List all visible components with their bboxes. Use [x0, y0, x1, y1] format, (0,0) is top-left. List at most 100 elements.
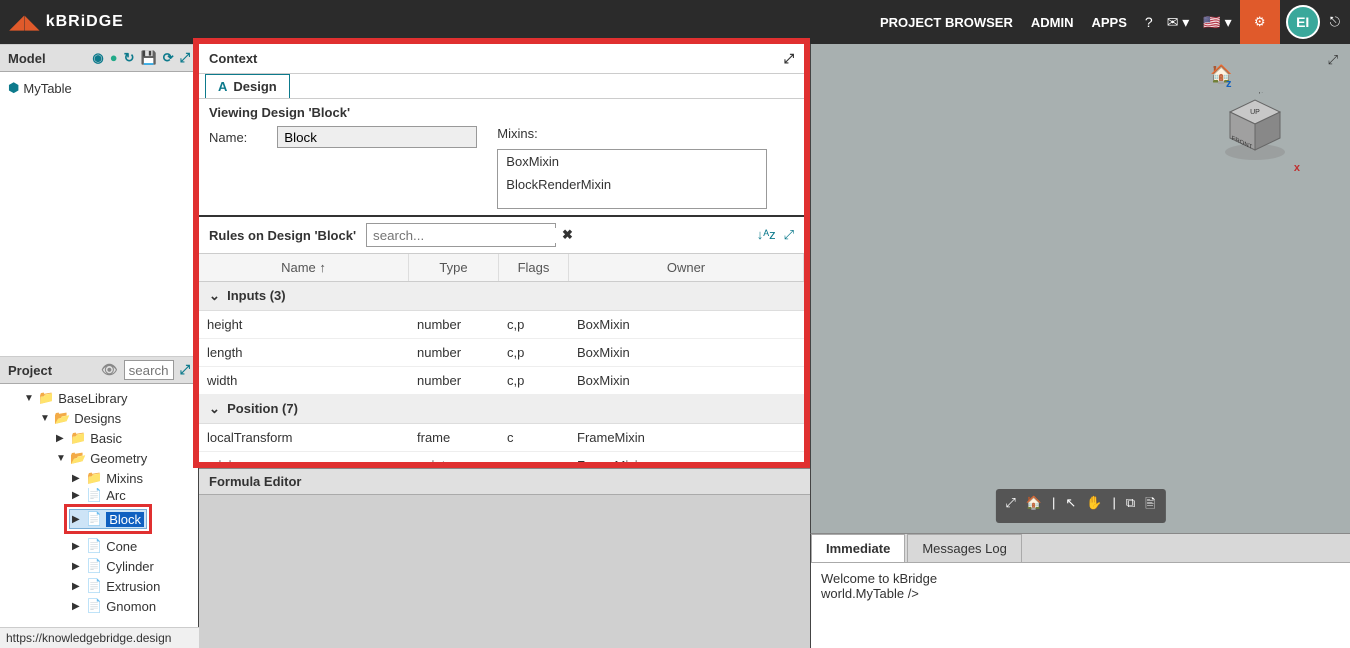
name-input[interactable]	[277, 126, 477, 148]
status-bar: https://knowledgebridge.design	[0, 627, 199, 648]
project-tree: ▼📁BaseLibrary ▼📂Designs ▶📁Basic ▼📂Geomet…	[0, 384, 198, 648]
rules-table: Name ↑ Type Flags Owner ⌄ Inputs (3) hei…	[199, 253, 804, 462]
circle-icon[interactable]: ●	[110, 50, 118, 66]
mixin-item[interactable]: BlockRenderMixin	[498, 173, 766, 196]
rules-label: Rules on Design 'Block'	[209, 228, 356, 243]
nav-apps[interactable]: APPS	[1091, 15, 1126, 30]
tab-messages[interactable]: Messages Log	[907, 534, 1022, 562]
model-tree: ⬢ MyTable	[0, 72, 198, 356]
tab-immediate[interactable]: Immediate	[811, 534, 905, 562]
logo: ◢◣ kBRiDGE	[10, 12, 124, 33]
vt-cursor-icon[interactable]: ↖	[1065, 495, 1076, 517]
table-row[interactable]: lengthnumberc,pBoxMixin	[199, 339, 804, 367]
table-row[interactable]: localTransformframecFrameMixin	[199, 424, 804, 452]
rules-search-input[interactable]	[367, 228, 556, 243]
reload-icon[interactable]: ⟳	[163, 50, 174, 66]
tree-geometry[interactable]: ▼📂Geometry	[8, 448, 190, 468]
rules-expand-icon[interactable]: ⤢	[784, 227, 794, 243]
console-line: Welcome to kBridge	[821, 571, 1340, 586]
col-flags[interactable]: Flags	[499, 254, 569, 281]
table-row[interactable]: heightnumberc,pBoxMixin	[199, 311, 804, 339]
col-name[interactable]: Name ↑	[199, 254, 409, 281]
mail-icon[interactable]: ✉ ▾	[1167, 14, 1190, 31]
tree-block-selected[interactable]: ▶📄Block	[8, 502, 190, 536]
top-icons: ? ✉ ▾ 🇺🇸 ▾	[1145, 14, 1232, 31]
vt-expand-icon[interactable]: ⤢	[1005, 495, 1015, 517]
project-title: Project	[8, 363, 52, 378]
tree-mixins[interactable]: ▶📁Mixins	[8, 468, 190, 488]
group-inputs[interactable]: ⌄ Inputs (3)	[199, 282, 804, 311]
axis-x-label: x	[1294, 162, 1300, 174]
vt-copy-icon[interactable]: ⧉	[1126, 495, 1135, 517]
vt-pan-icon[interactable]: ✋	[1086, 495, 1102, 517]
design-body: Viewing Design 'Block' Name: Mixins: Box…	[199, 99, 804, 215]
nav-project-browser[interactable]: PROJECT BROWSER	[880, 15, 1013, 30]
svg-text:RIGHT: RIGHT	[1259, 92, 1278, 96]
mixins-list[interactable]: BoxMixin BlockRenderMixin	[497, 149, 767, 209]
context-highlight: Context ⤢ А Design Viewing Design 'Block…	[193, 38, 810, 468]
svg-text:UP: UP	[1250, 109, 1260, 116]
col-owner[interactable]: Owner	[569, 254, 804, 281]
help-icon[interactable]: ?	[1145, 14, 1153, 30]
model-panel: Model ◉ ● ↻ 💾 ⟳ ⤢ ⬢ MyTable	[0, 44, 198, 356]
clear-icon[interactable]: ✖	[556, 227, 579, 243]
viewing-label: Viewing Design 'Block'	[209, 105, 794, 120]
vt-home-icon[interactable]: 🏠	[1026, 495, 1042, 517]
logo-text: kBRiDGE	[46, 13, 124, 31]
vt-divider: |	[1052, 495, 1055, 517]
project-expand-icon[interactable]: ⤢	[180, 362, 190, 378]
tree-extrusion[interactable]: ▶📄Extrusion	[8, 576, 190, 596]
project-search-input[interactable]	[124, 360, 174, 380]
refresh-icon[interactable]: ↻	[124, 50, 135, 66]
console-body[interactable]: Welcome to kBridge world.MyTable />	[811, 563, 1350, 609]
console-panel: Immediate Messages Log Welcome to kBridg…	[810, 533, 1350, 648]
vt-divider: |	[1112, 495, 1115, 517]
view-cube[interactable]: UP FRONT RIGHT	[1220, 92, 1290, 162]
project-panel: Project 👁 ⤢ ▼📁BaseLibrary ▼📂Designs ▶📁Ba…	[0, 356, 198, 648]
nav-admin[interactable]: ADMIN	[1031, 15, 1074, 30]
console-line: world.MyTable />	[821, 586, 1340, 601]
formula-title: Formula Editor	[199, 469, 810, 495]
tree-arc[interactable]: ▶📄Arc	[8, 488, 190, 502]
model-title: Model	[8, 51, 46, 66]
cube-icon: ⬢	[8, 80, 19, 96]
design-tab-icon: А	[218, 79, 227, 94]
rules-search[interactable]: ✖	[366, 223, 556, 247]
rules-header: Rules on Design 'Block' ✖ ↓ᴬᴢ ⤢	[199, 215, 804, 253]
context-panel: Context ⤢ А Design Viewing Design 'Block…	[199, 44, 804, 462]
logout-icon[interactable]: ⎋	[1330, 14, 1340, 30]
save-icon[interactable]: 💾	[141, 50, 157, 66]
viewport-expand-icon[interactable]: ⤢	[1328, 52, 1338, 68]
group-position[interactable]: ⌄ Position (7)	[199, 395, 804, 424]
viewport[interactable]: ⤢ 🏠 z UP FRONT RIGHT x ⤢ 🏠 |	[810, 44, 1350, 533]
user-avatar[interactable]: EI	[1286, 5, 1320, 39]
model-root-label: MyTable	[23, 81, 71, 96]
sort-icon[interactable]: ↓ᴬᴢ	[757, 227, 776, 243]
tree-designs[interactable]: ▼📂Designs	[8, 408, 190, 428]
settings-button[interactable]: ⚙	[1240, 0, 1280, 44]
col-type[interactable]: Type	[409, 254, 499, 281]
flag-icon[interactable]: 🇺🇸 ▾	[1203, 14, 1231, 31]
tree-basic[interactable]: ▶📁Basic	[8, 428, 190, 448]
mixin-item[interactable]: BoxMixin	[498, 150, 766, 173]
view-gizmo[interactable]: 🏠 z UP FRONT RIGHT x	[1210, 64, 1300, 174]
model-root[interactable]: ⬢ MyTable	[8, 78, 190, 98]
tree-baselibrary[interactable]: ▼📁BaseLibrary	[8, 388, 190, 408]
axis-z-label: z	[1226, 78, 1232, 90]
vt-file-icon[interactable]: 🖹	[1145, 495, 1155, 517]
play-icon[interactable]: ◉	[92, 50, 103, 66]
expand-icon[interactable]: ⤢	[180, 50, 190, 66]
context-expand-icon[interactable]: ⤢	[784, 51, 794, 67]
name-label: Name:	[209, 130, 247, 145]
eye-icon[interactable]: 👁	[101, 362, 118, 378]
viewport-toolbar: ⤢ 🏠 | ↖ ✋ | ⧉ 🖹	[995, 489, 1165, 523]
gear-icon: ⚙	[1254, 14, 1266, 30]
formula-panel: Formula Editor	[199, 468, 810, 648]
table-row[interactable]: widthnumberc,pBoxMixin	[199, 367, 804, 395]
table-row[interactable]: originpointcFrameMixin	[199, 452, 804, 462]
tab-design[interactable]: А Design	[205, 74, 290, 98]
tree-gnomon[interactable]: ▶📄Gnomon	[8, 596, 190, 616]
tree-cone[interactable]: ▶📄Cone	[8, 536, 190, 556]
tree-cylinder[interactable]: ▶📄Cylinder	[8, 556, 190, 576]
top-nav: PROJECT BROWSER ADMIN APPS	[880, 15, 1127, 30]
